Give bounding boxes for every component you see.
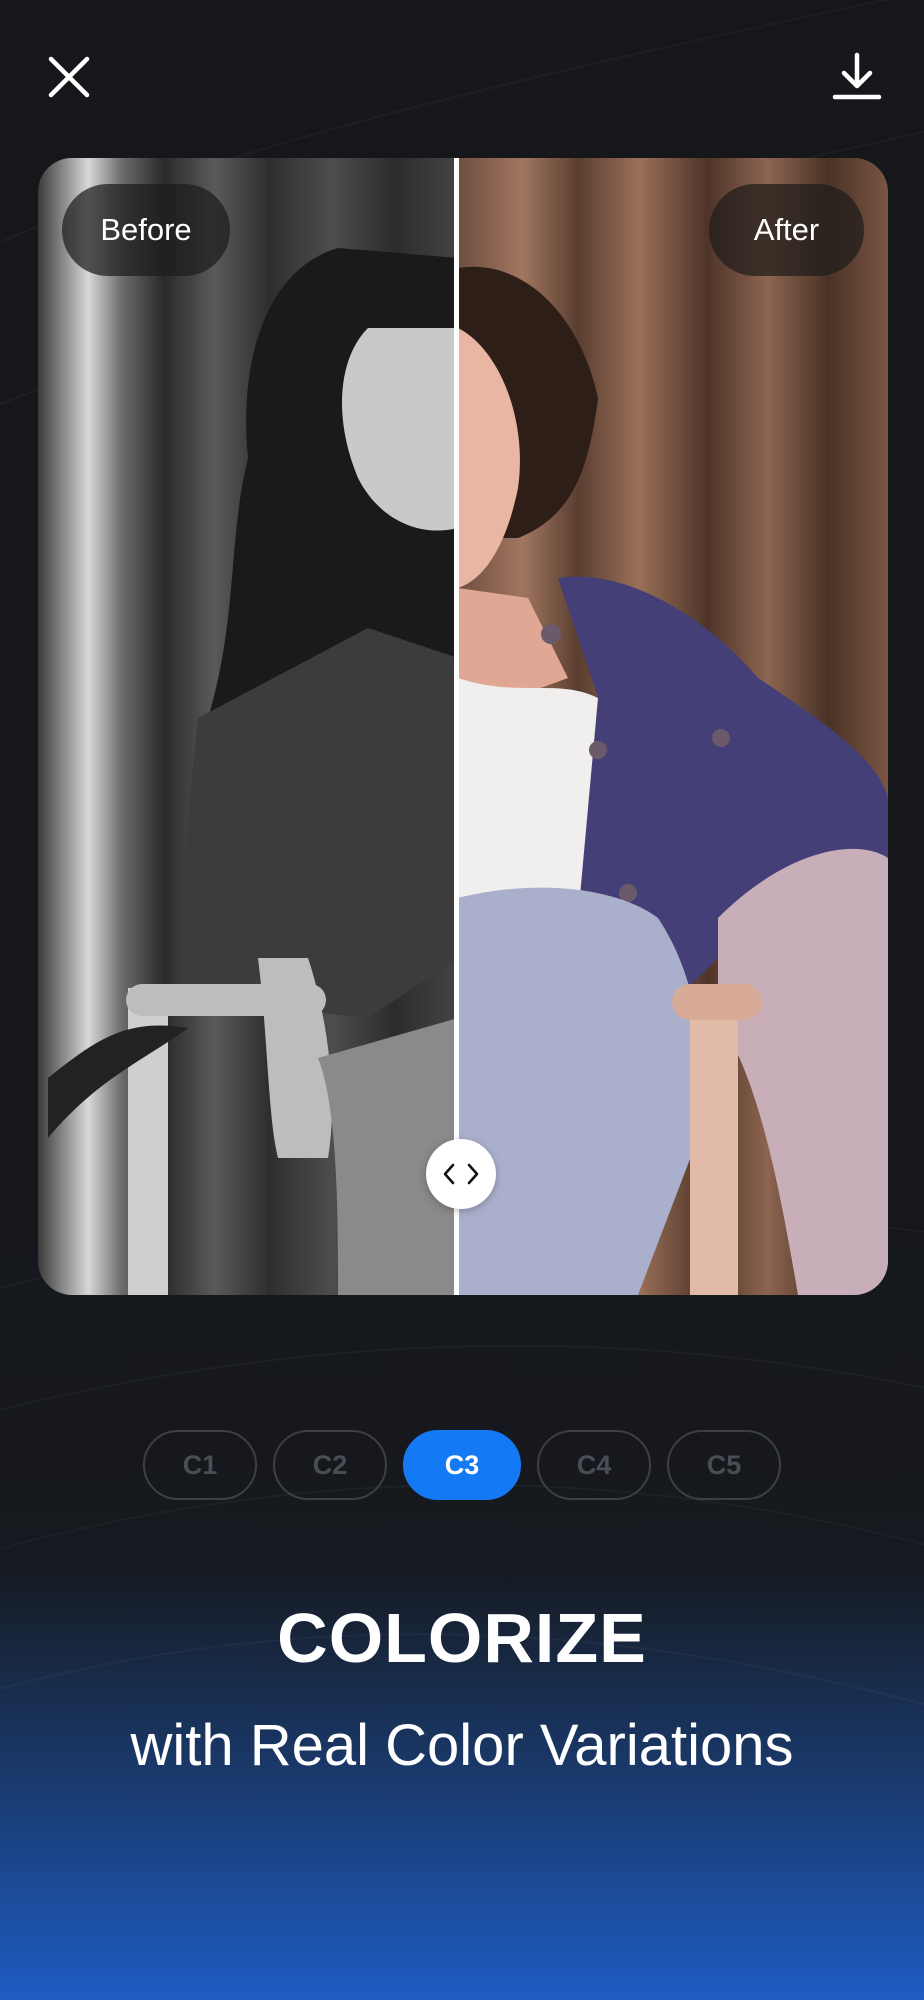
before-label: Before	[62, 184, 230, 276]
comparison-slider-handle[interactable]	[426, 1139, 496, 1209]
before-after-comparison[interactable]: Before After	[38, 158, 888, 1295]
close-icon	[48, 56, 90, 98]
before-image	[38, 158, 458, 1295]
download-button[interactable]	[826, 46, 888, 108]
chevrons-left-right-icon	[443, 1163, 479, 1185]
download-icon	[832, 52, 882, 100]
variant-chip-c4[interactable]: C4	[537, 1430, 651, 1500]
variant-chip-c3[interactable]: C3	[403, 1430, 521, 1500]
promo-subtitle: with Real Color Variations	[130, 1713, 794, 1778]
after-image	[458, 158, 888, 1295]
promo-title: COLORIZE	[277, 1599, 647, 1677]
variant-chip-c5[interactable]: C5	[667, 1430, 781, 1500]
after-label: After	[709, 184, 864, 276]
color-variant-selector: C1 C2 C3 C4 C5	[0, 1430, 924, 1500]
variant-chip-c1[interactable]: C1	[143, 1430, 257, 1500]
comparison-divider[interactable]	[454, 158, 459, 1295]
close-button[interactable]	[38, 46, 100, 108]
variant-chip-c2[interactable]: C2	[273, 1430, 387, 1500]
